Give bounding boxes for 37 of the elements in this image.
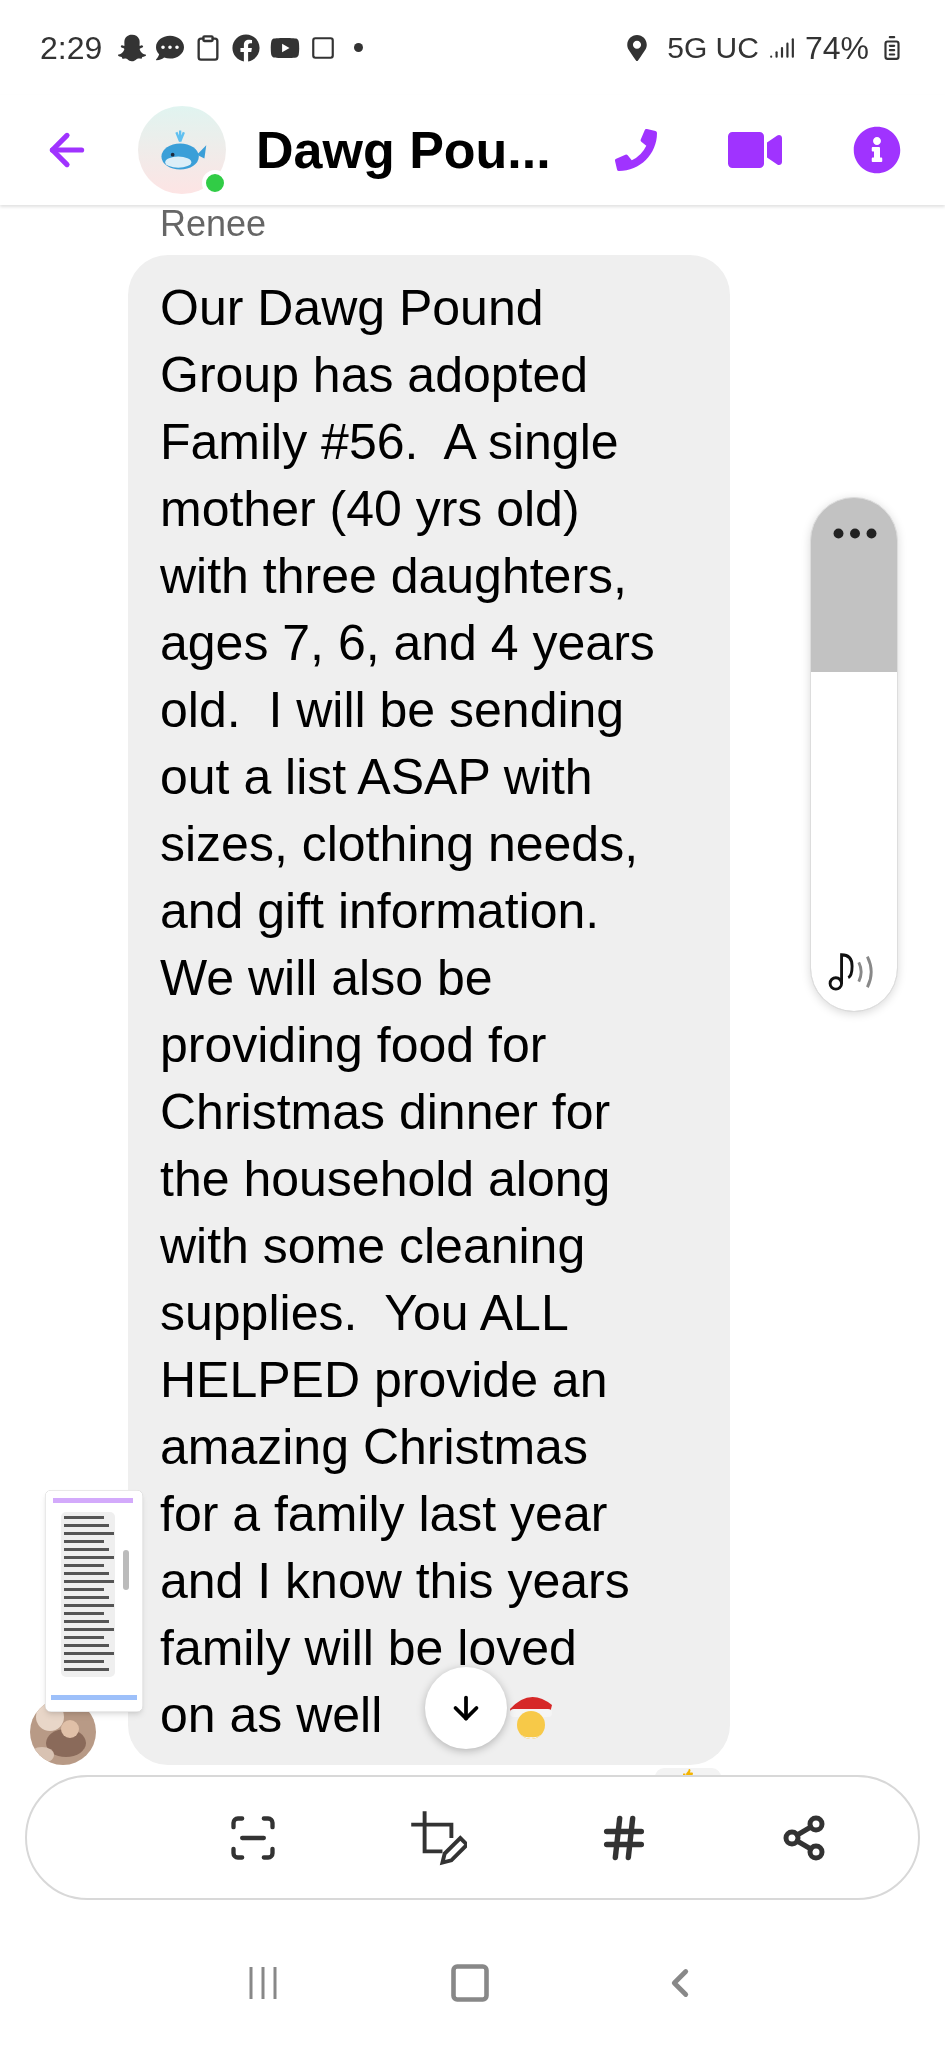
- phone-icon[interactable]: [615, 129, 657, 171]
- message-line: providing food for: [160, 1016, 547, 1075]
- message-line: We will also be: [160, 949, 493, 1008]
- crop-edit-icon[interactable]: [409, 1808, 468, 1867]
- message-line: ages 7, 6, and 4 years: [160, 614, 655, 673]
- location-icon: [625, 34, 650, 61]
- sender-name: Renee: [160, 202, 268, 246]
- battery-percent: 74%: [804, 28, 869, 68]
- message-line: Family #56. A single: [160, 413, 619, 472]
- ghost-icon: [118, 33, 147, 62]
- network-label: 5G UC: [667, 30, 759, 66]
- facebook-icon: [232, 33, 261, 62]
- message-line: old. I will be sending: [160, 681, 625, 740]
- info-icon[interactable]: [853, 126, 901, 174]
- more-icon[interactable]: [833, 528, 877, 539]
- message-line: Christmas dinner for: [160, 1083, 611, 1142]
- screenshot-thumbnail-drawing[interactable]: [45, 1490, 143, 1712]
- status-time: 2:29: [40, 28, 103, 68]
- message-line: supplies. You ALL: [160, 1284, 569, 1343]
- chat-title[interactable]: Dawg Pou...: [256, 111, 551, 189]
- message-line: out a list ASAP with: [160, 748, 593, 807]
- message-line: family will be loved: [160, 1619, 577, 1678]
- message-line: mother (40 yrs old): [160, 480, 580, 539]
- message-line: amazing Christmas: [160, 1418, 588, 1477]
- message-line: HELPED provide an: [160, 1351, 608, 1410]
- chat-icon: [156, 33, 185, 62]
- volume-slider[interactable]: [810, 497, 898, 1012]
- message-line: and I know this years: [160, 1552, 630, 1611]
- message-line: with some cleaning: [160, 1217, 586, 1276]
- message-line: for a family last year: [160, 1485, 608, 1544]
- message-line: the household along: [160, 1150, 611, 1209]
- message-line: and gift information.: [160, 882, 600, 941]
- message-line: Group has adopted: [160, 346, 589, 405]
- message-line: sizes, clothing needs,: [160, 815, 639, 874]
- message-line: on as well: [160, 1686, 383, 1745]
- message-line: with three daughters,: [160, 547, 627, 606]
- message-line: Our Dawg Pound: [160, 279, 544, 338]
